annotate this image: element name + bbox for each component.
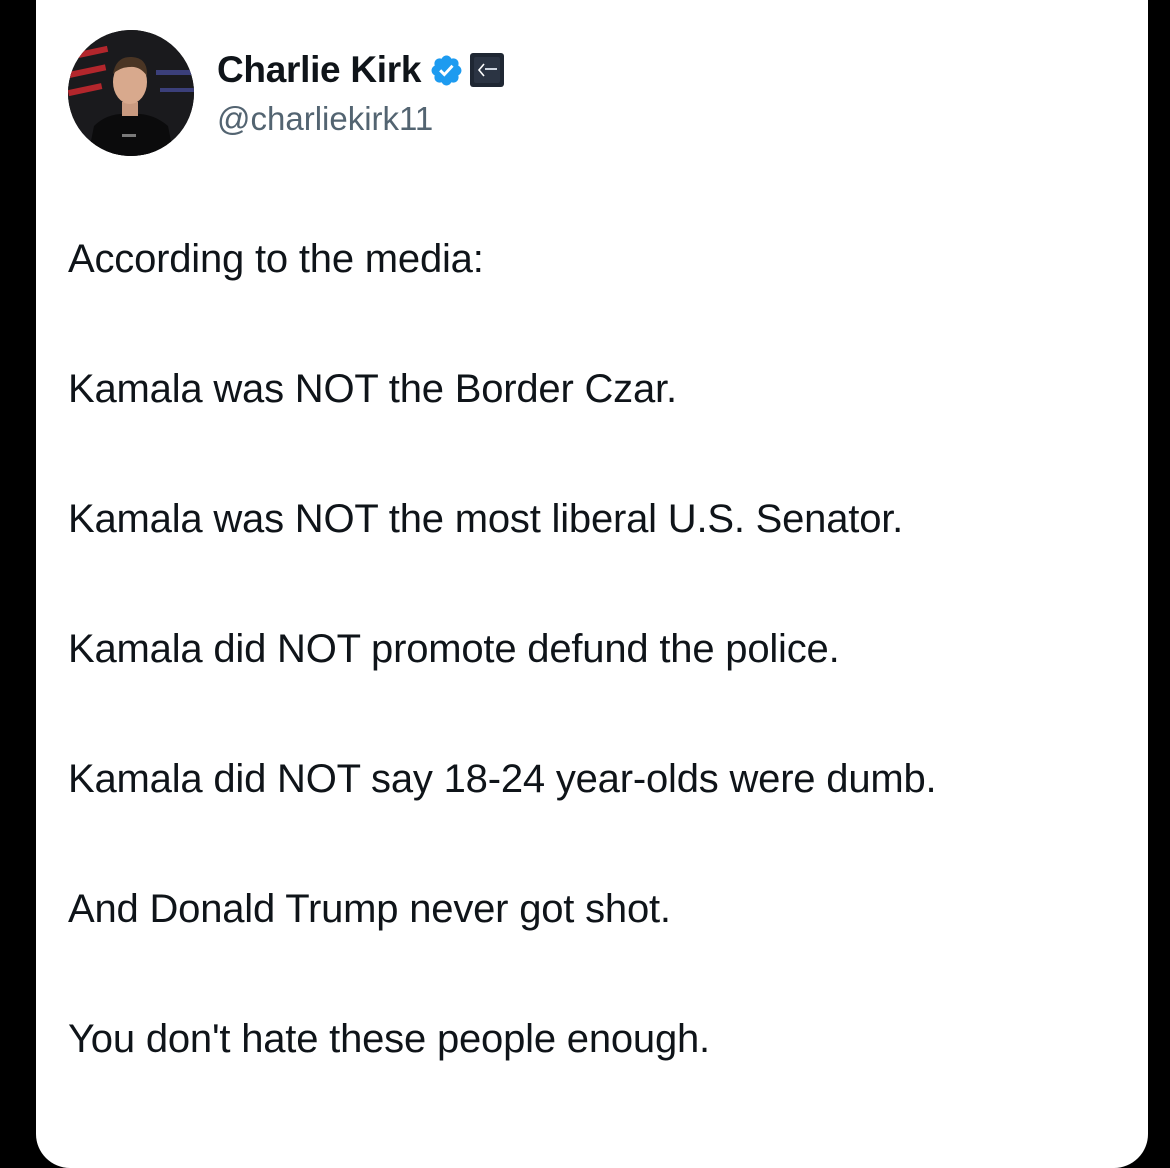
tweet-paragraph: Kamala was NOT the Border Czar. (68, 367, 677, 411)
tweet-paragraph: Kamala did NOT say 18-24 year-olds were … (68, 757, 937, 801)
verified-badge-icon[interactable] (429, 53, 464, 88)
tweet-card: Charlie Kirk @charliekirk11 According to… (36, 0, 1148, 1168)
tweet-paragraph: You don't hate these people enough. (68, 1017, 710, 1061)
tweet-paragraph: According to the media: (68, 237, 484, 281)
author-handle[interactable]: @charliekirk11 (217, 100, 433, 138)
avatar-image (68, 30, 194, 156)
tweet-paragraph: Kamala did NOT promote defund the police… (68, 627, 840, 671)
organization-affiliate-icon[interactable] (470, 53, 505, 87)
tweet-text: According to the media: Kamala was NOT t… (68, 226, 1128, 1136)
author-display-name[interactable]: Charlie Kirk (217, 49, 421, 91)
tweet-paragraph: Kamala was NOT the most liberal U.S. Sen… (68, 497, 904, 541)
author-name-row: Charlie Kirk (217, 44, 505, 96)
avatar[interactable] (68, 30, 194, 156)
tweet-paragraph: And Donald Trump never got shot. (68, 887, 671, 931)
